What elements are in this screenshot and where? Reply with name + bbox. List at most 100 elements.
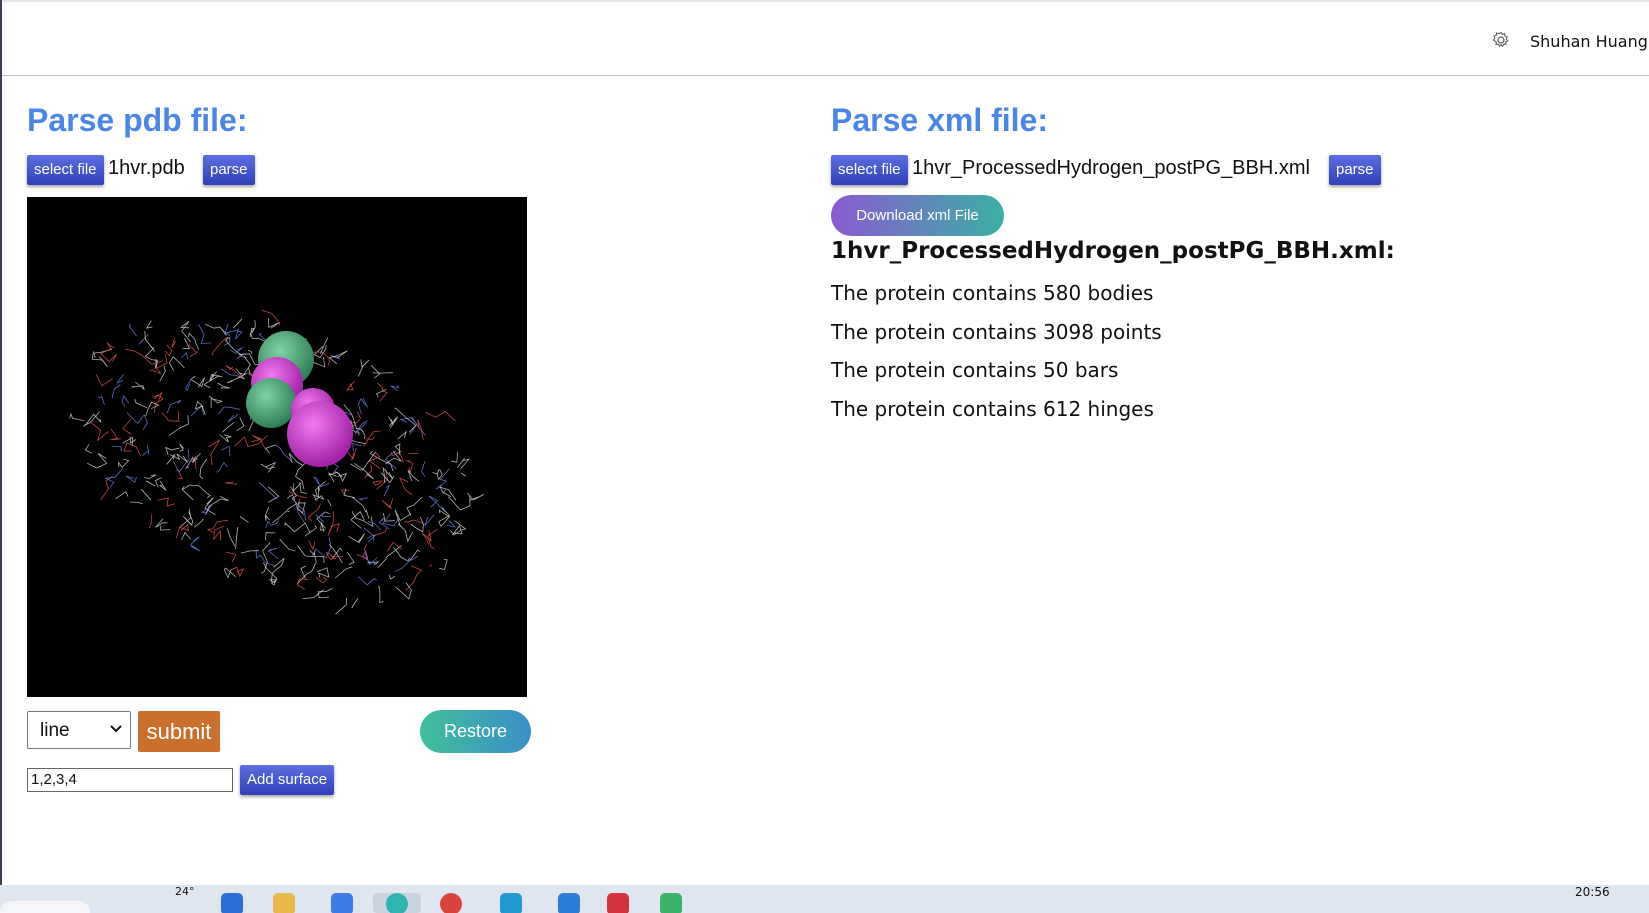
bond-segment <box>220 445 231 457</box>
bond-segment <box>372 479 383 486</box>
molecule-viewer[interactable] <box>27 197 527 697</box>
bond-segment <box>144 347 157 369</box>
add-surface-button[interactable]: Add surface <box>240 765 335 795</box>
taskbar-search[interactable] <box>0 901 90 913</box>
app-icon[interactable] <box>221 893 243 913</box>
bond-segment <box>129 323 137 337</box>
bond-segment <box>188 484 211 499</box>
vscode-icon[interactable] <box>558 893 580 913</box>
app-icon[interactable] <box>500 893 522 913</box>
bond-segment <box>407 469 420 482</box>
surface-input[interactable]: 1,2,3,4 <box>27 768 233 792</box>
stat-bodies: The protein contains 580 bodies <box>831 281 1154 305</box>
bond-segment <box>378 585 384 604</box>
bond-segment <box>190 375 205 388</box>
bond-segment <box>425 411 456 422</box>
stat-hinges: The protein contains 612 hinges <box>831 397 1154 421</box>
app-icon[interactable] <box>607 893 629 913</box>
bond-segment <box>144 474 157 479</box>
bond-segment <box>295 461 308 490</box>
window-left-border <box>0 0 2 885</box>
browser-icon[interactable] <box>386 893 408 913</box>
atom-sphere <box>287 401 353 467</box>
render-mode-value: line <box>40 720 70 741</box>
bond-segment <box>383 484 391 497</box>
bond-segment <box>296 578 309 590</box>
app-icon[interactable] <box>660 893 682 913</box>
bond-segment <box>179 443 185 452</box>
bond-segment <box>365 436 376 440</box>
bond-segment <box>145 401 160 417</box>
pdb-select-file-button[interactable]: select file <box>27 155 104 185</box>
bond-segment <box>370 364 381 379</box>
bond-segment <box>300 565 306 579</box>
atom-sphere <box>246 378 296 428</box>
bond-segment <box>357 359 370 377</box>
bond-segment <box>216 461 228 473</box>
bond-segment <box>117 458 130 469</box>
bond-segment <box>371 527 387 537</box>
chrome-icon[interactable] <box>440 893 462 913</box>
submit-button[interactable]: submit <box>138 711 220 752</box>
bond-segment <box>272 510 290 524</box>
bond-segment <box>383 512 395 522</box>
bond-segment <box>99 348 117 362</box>
bond-segment <box>188 344 198 357</box>
bond-segment <box>409 549 421 561</box>
folder-icon[interactable] <box>273 893 295 913</box>
bond-segment <box>317 588 333 598</box>
bond-segment <box>111 445 123 451</box>
bond-segment <box>181 531 192 541</box>
weather-temperature[interactable]: 24° <box>175 885 195 898</box>
xml-parse-button[interactable]: parse <box>1329 155 1381 185</box>
bond-segment <box>265 444 276 454</box>
bond-segment <box>316 511 330 529</box>
bond-segment <box>397 430 407 440</box>
bond-segment <box>104 468 124 488</box>
bond-segment <box>185 377 194 392</box>
bond-segment <box>428 495 446 513</box>
username-label[interactable]: Shuhan Huang <box>1530 32 1648 51</box>
clock-time[interactable]: 20:56 <box>1575 885 1610 899</box>
render-mode-select[interactable]: line <box>27 711 131 749</box>
bond-segment <box>363 527 375 542</box>
bond-segment <box>346 551 355 565</box>
bond-segment <box>218 406 241 415</box>
bond-segment <box>211 336 228 356</box>
bond-segment <box>229 346 243 355</box>
bond-segment <box>225 365 244 380</box>
xml-select-file-button[interactable]: select file <box>831 155 908 185</box>
bond-segment <box>90 421 109 442</box>
download-xml-button[interactable]: Download xml File <box>831 195 1004 236</box>
bond-segment <box>138 333 149 345</box>
bond-segment <box>410 516 424 533</box>
stat-bars: The protein contains 50 bars <box>831 358 1119 382</box>
mail-icon[interactable] <box>331 893 353 913</box>
restore-button[interactable]: Restore <box>420 710 531 753</box>
bond-segment <box>327 511 334 536</box>
bond-segment <box>116 374 125 384</box>
bond-segment <box>213 525 225 541</box>
bond-segment <box>130 381 145 391</box>
bond-segment <box>312 476 330 488</box>
bond-segment <box>166 399 182 414</box>
bond-segment <box>236 417 245 432</box>
pdb-parse-button[interactable]: parse <box>203 155 255 185</box>
bond-segment <box>194 518 204 528</box>
bond-segment <box>457 457 471 470</box>
bond-segment <box>315 480 326 497</box>
bond-segment <box>279 538 296 552</box>
bond-segment <box>226 551 237 563</box>
bond-segment <box>447 495 471 511</box>
bond-segment <box>345 381 355 391</box>
bond-segment <box>297 498 305 516</box>
bond-segment <box>121 394 130 407</box>
bond-segment <box>376 382 388 402</box>
bond-segment <box>181 485 194 501</box>
bond-segment <box>224 481 238 485</box>
bond-segment <box>217 382 230 389</box>
bond-segment <box>93 348 113 358</box>
gear-icon[interactable] <box>1492 31 1510 49</box>
bond-segment <box>351 597 359 609</box>
bond-segment <box>230 566 245 578</box>
